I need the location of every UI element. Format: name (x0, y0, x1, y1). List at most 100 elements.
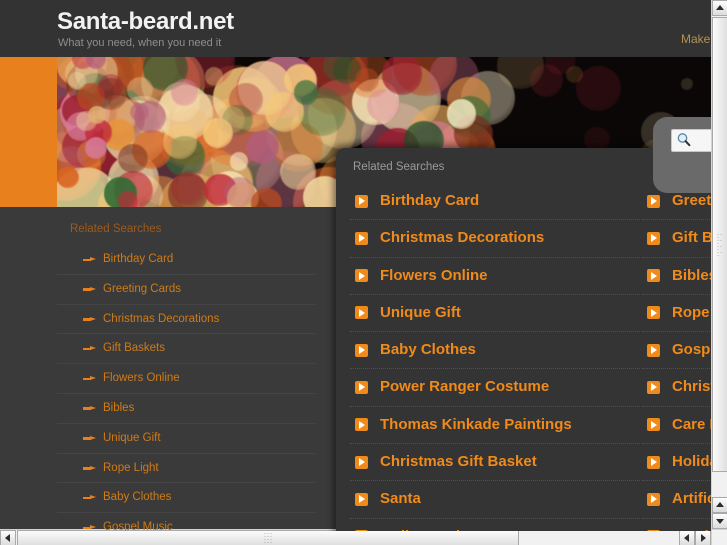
banner-accent-strip (0, 57, 57, 207)
overlay-search-item[interactable]: Christmas Lights (642, 369, 711, 407)
sidebar-item[interactable]: Birthday Card (57, 245, 315, 275)
horizontal-scrollbar-thumb[interactable] (17, 530, 519, 545)
scrollbar-grip (717, 233, 724, 257)
chevron-right-icon (355, 269, 368, 283)
overlay-search-item[interactable]: Gospel Music (642, 332, 711, 370)
make-homepage-link[interactable]: Make (681, 32, 710, 46)
overlay-search-item[interactable]: Flowers Online (350, 258, 640, 295)
chevron-right-icon (647, 269, 660, 283)
search-input[interactable] (671, 129, 711, 152)
bokeh-light (162, 124, 198, 159)
overlay-search-item[interactable]: Christmas Decorations (350, 220, 640, 258)
scroll-up-button[interactable] (712, 0, 727, 16)
sidebar-item[interactable]: Flowers Online (57, 364, 315, 394)
chevron-right-icon (355, 380, 368, 394)
sidebar-item[interactable]: Unique Gift (57, 424, 315, 454)
overlay-search-label: Christmas Gift Basket (380, 453, 537, 471)
browser-window: Santa-beard.net What you need, when you … (0, 0, 727, 545)
triangle-left-icon (684, 534, 689, 542)
arrow-right-icon (83, 346, 96, 351)
overlay-search-item[interactable]: Holiday Cards (642, 444, 711, 482)
sidebar-item[interactable]: Gift Baskets (57, 334, 315, 365)
bokeh-light (97, 74, 124, 100)
sidebar-item[interactable]: Christmas Decorations (57, 305, 315, 335)
overlay-search-label: Gospel Music (672, 341, 711, 359)
bokeh-light (126, 76, 153, 103)
arrow-right-icon (83, 525, 96, 530)
overlay-search-item[interactable]: Gift Baskets (642, 220, 711, 258)
bokeh-light (84, 136, 107, 159)
overlay-search-item[interactable]: Power Ranger Costume (350, 369, 640, 407)
related-searches-overlay: Related Searches Birthday Card Christmas … (336, 148, 711, 531)
bokeh-light (446, 99, 477, 129)
bokeh-light (130, 102, 149, 122)
sidebar-item[interactable]: Rope Light (57, 454, 315, 484)
sidebar-item[interactable]: Gospel Music (57, 513, 315, 531)
sidebar-item-label: Christmas Decorations (103, 312, 220, 325)
triangle-up-icon (716, 5, 724, 10)
overlay-search-label: Send Flowers (672, 528, 711, 531)
triangle-right-icon (701, 534, 706, 542)
chevron-right-icon (647, 492, 660, 506)
triangle-up-icon (716, 502, 724, 507)
chevron-right-icon (355, 530, 368, 531)
vertical-scrollbar[interactable] (711, 0, 727, 545)
overlay-search-item[interactable]: Christmas Gift Basket (350, 444, 640, 482)
overlay-search-label: Rope Light (672, 303, 711, 321)
bokeh-light (57, 167, 79, 189)
overlay-search-item[interactable]: Rope Light (642, 295, 711, 333)
scroll-right-button[interactable] (695, 530, 711, 545)
sidebar-item-label: Gift Baskets (103, 342, 165, 355)
overlay-search-label: Birthday Card (380, 192, 480, 209)
overlay-column-right: Greeting Cards Gift Baskets Bibles Rope Lig… (642, 183, 711, 531)
triangle-left-icon (5, 534, 10, 542)
overlay-search-item[interactable]: Send Flowers (642, 519, 711, 531)
arrow-right-icon (83, 495, 96, 500)
overlay-search-item[interactable]: Unique Gift (350, 295, 640, 333)
sidebar-item-label: Rope Light (103, 461, 159, 474)
chevron-right-icon (355, 306, 368, 320)
chevron-right-icon (355, 231, 368, 245)
chevron-right-icon (355, 194, 368, 208)
horizontal-scrollbar[interactable] (0, 529, 711, 545)
sidebar-item[interactable]: Baby Clothes (57, 483, 315, 514)
chevron-right-icon (647, 380, 660, 394)
scrollbar-corner (711, 529, 727, 545)
sidebar-item-label: Birthday Card (103, 253, 174, 265)
chevron-right-icon (647, 194, 660, 208)
overlay-search-label: Thomas Kinkade Paintings (380, 415, 572, 433)
overlay-search-item[interactable]: Thomas Kinkade Paintings (350, 407, 640, 445)
overlay-search-item[interactable]: Birthday Card (350, 183, 640, 221)
sidebar-item[interactable]: Greeting Cards (57, 275, 315, 305)
sidebar-item-label: Baby Clothes (103, 491, 172, 504)
bokeh-light (293, 80, 318, 105)
scroll-left-button[interactable] (0, 530, 16, 545)
sidebar-heading: Related Searches (70, 223, 162, 235)
scroll-up-button-secondary[interactable] (712, 497, 727, 513)
arrow-right-icon (83, 405, 96, 411)
vertical-scrollbar-thumb[interactable] (712, 17, 727, 472)
overlay-search-item[interactable]: Care Bears (642, 407, 711, 445)
bokeh-light (229, 152, 248, 171)
overlay-search-item[interactable]: Artificial Christmas Tree (642, 481, 711, 519)
page-viewport: Santa-beard.net What you need, when you … (0, 0, 711, 531)
overlay-search-item[interactable]: Bibles (642, 258, 711, 295)
overlay-search-label: Baby Clothes (380, 341, 476, 359)
overlay-search-label: Power Ranger Costume (380, 378, 550, 396)
sidebar-item[interactable]: Bibles (57, 394, 315, 424)
scroll-down-button[interactable] (712, 513, 727, 529)
overlay-search-item[interactable]: Online Ged (350, 519, 640, 531)
overlay-search-label: Care Bears (672, 415, 711, 433)
overlay-search-item[interactable]: Baby Clothes (350, 332, 640, 370)
overlay-search-label: Holiday Cards (672, 453, 711, 471)
overlay-search-label: Artificial Christmas Tree (672, 490, 711, 508)
arrow-right-icon (83, 465, 96, 471)
scrollbar-grip (264, 532, 273, 544)
overlay-search-label: Bibles (672, 266, 711, 284)
chevron-right-icon (355, 343, 368, 357)
overlay-search-label: Greeting Cards (672, 192, 711, 209)
chevron-right-icon (355, 492, 368, 506)
overlay-search-item[interactable]: Santa (350, 481, 640, 519)
scroll-left-button-secondary[interactable] (679, 530, 695, 545)
arrow-right-icon (83, 316, 96, 322)
